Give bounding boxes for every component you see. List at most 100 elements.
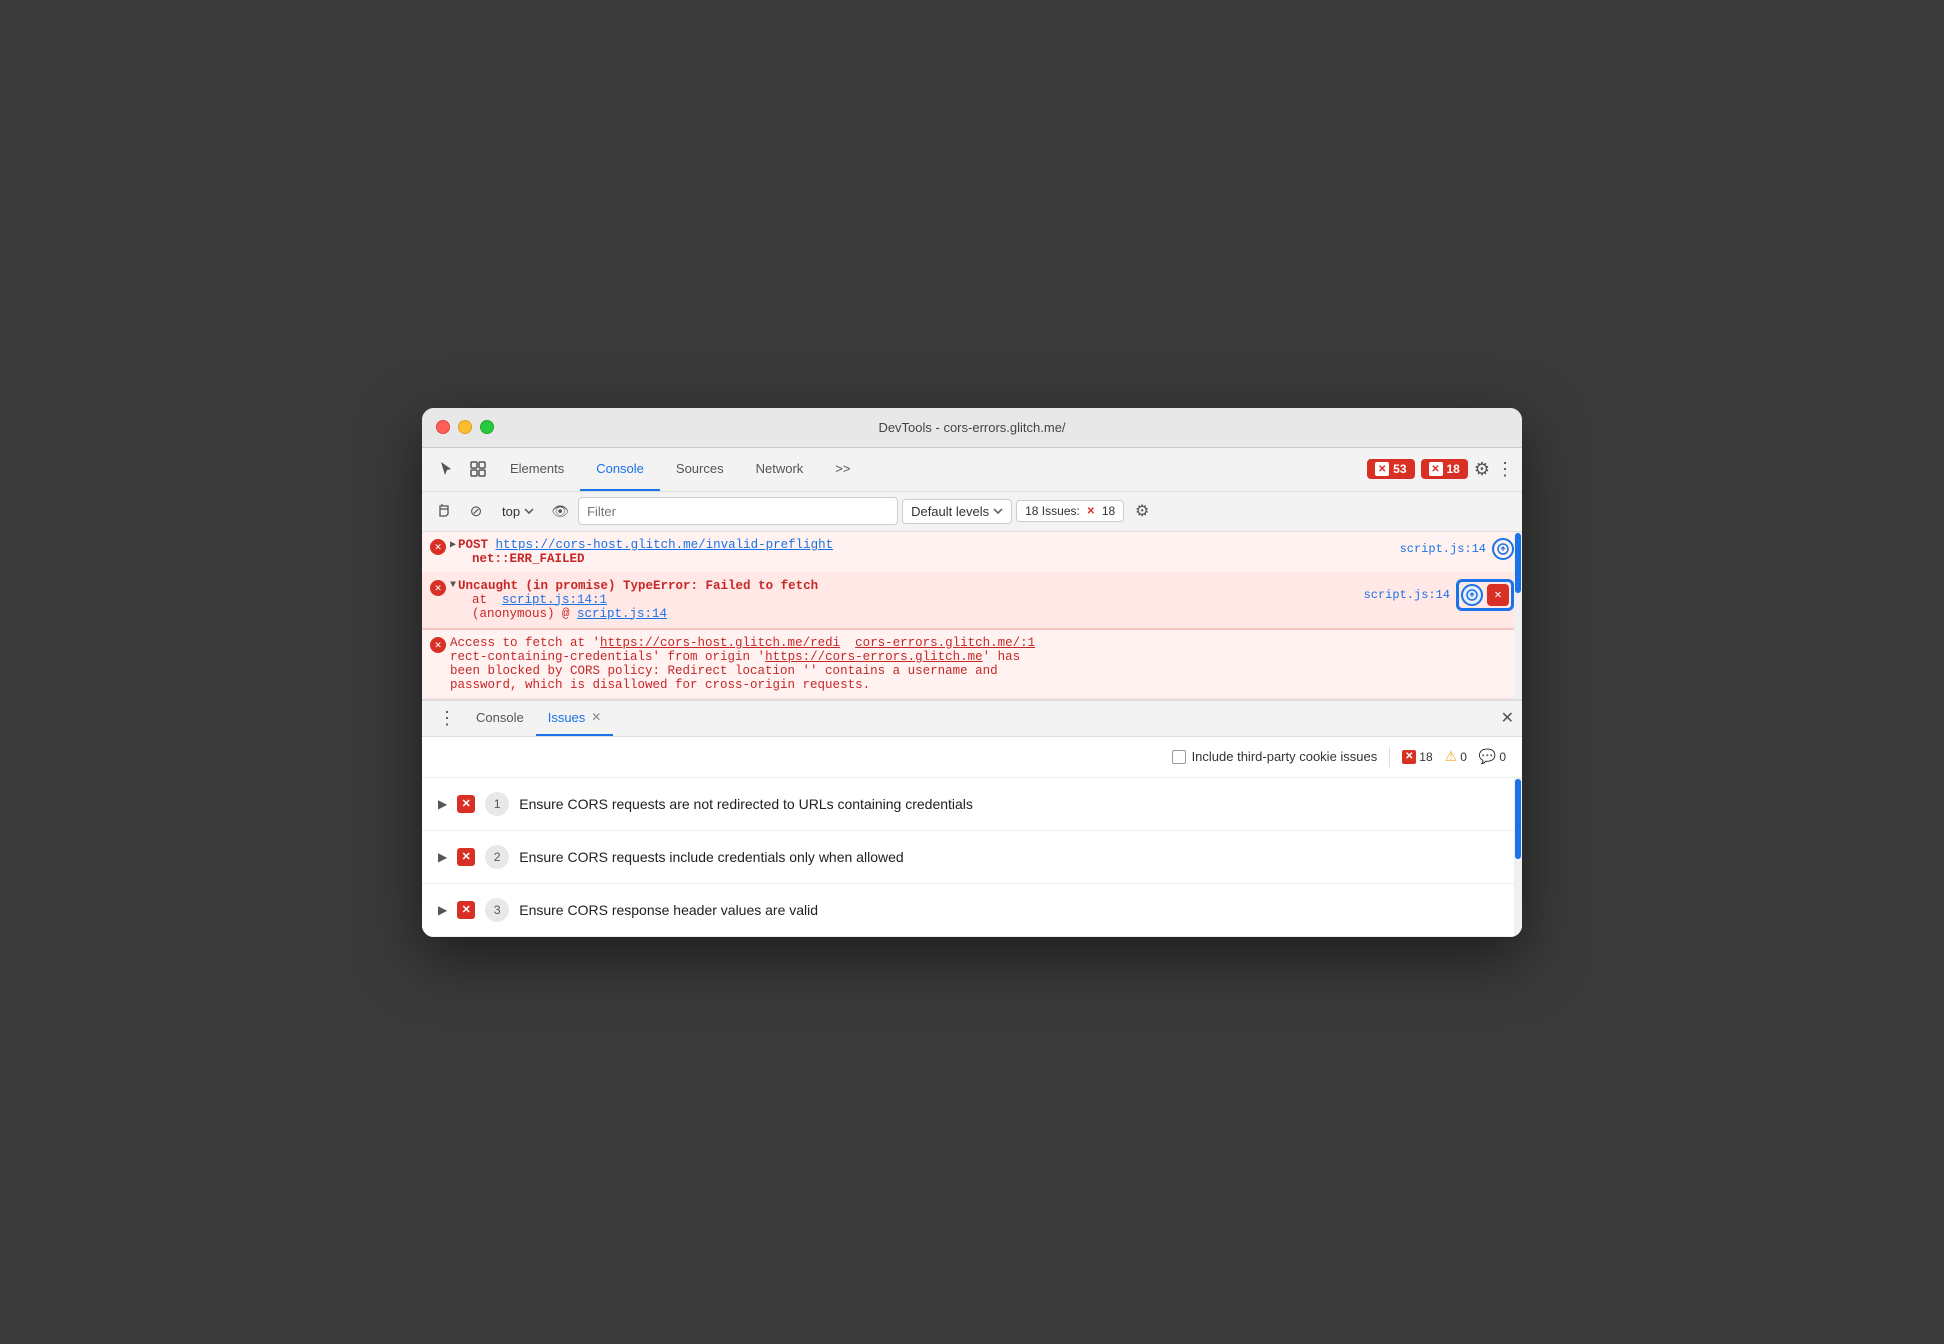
issue-3-number: 3: [485, 898, 509, 922]
devtools-window: DevTools - cors-errors.glitch.me/ Elemen…: [422, 408, 1522, 937]
issues-msg-icon: 💬: [1479, 748, 1496, 765]
entry-1-error-icon: ✕: [430, 538, 450, 555]
entry-3-url2: cors-errors.glitch.me/:1: [855, 636, 1035, 650]
more-options-icon[interactable]: ⋮: [1496, 459, 1514, 480]
ban-icon[interactable]: ⊘: [462, 497, 490, 525]
entry-3-space: [840, 636, 855, 650]
bottom-menu-icon[interactable]: ⋮: [430, 708, 464, 729]
issue-2-text: Ensure CORS requests include credentials…: [519, 849, 903, 865]
close-button[interactable]: [436, 420, 450, 434]
issues-tab-close[interactable]: ✕: [591, 710, 601, 724]
console-entry-1: ✕ ▶ POST https://cors-host.glitch.me/inv…: [422, 532, 1522, 573]
entry-2-anon-link[interactable]: script.js:14: [577, 607, 667, 621]
issue-2-number: 2: [485, 845, 509, 869]
filter-input[interactable]: [578, 497, 898, 525]
entry-2-nav-icon[interactable]: [1461, 584, 1483, 606]
bottom-tab-issues[interactable]: Issues ✕: [536, 700, 614, 736]
entry-1-triangle[interactable]: ▶: [450, 539, 456, 551]
entry-3-text2: rect-containing-credentials' from origin…: [450, 650, 765, 664]
entry-1-script-link[interactable]: script.js:14: [1400, 542, 1486, 556]
issue-item-2[interactable]: ▶ ✕ 2 Ensure CORS requests include crede…: [422, 831, 1522, 884]
entry-2-sub1: at script.js:14:1: [472, 593, 1356, 607]
issues-msg-num: 0: [1499, 750, 1506, 764]
top-toolbar: Elements Console Sources Network >> ✕ 53…: [422, 448, 1522, 492]
issue-2-error-icon: ✕: [457, 848, 475, 866]
log-levels-dropdown[interactable]: Default levels: [902, 499, 1012, 524]
issue-3-text: Ensure CORS response header values are v…: [519, 902, 818, 918]
entry-1-url[interactable]: https://cors-host.glitch.me/invalid-pref…: [496, 538, 834, 552]
title-bar: DevTools - cors-errors.glitch.me/: [422, 408, 1522, 448]
error-count-badge[interactable]: ✕ 53: [1367, 459, 1414, 479]
issues-message-count: 💬 0: [1479, 748, 1506, 765]
entry-1-method: POST: [458, 538, 496, 552]
entry-1-line2: net::ERR_FAILED: [472, 552, 1392, 566]
warning-count-badge[interactable]: ✕ 18: [1421, 459, 1468, 479]
issues-label: 18 Issues:: [1025, 504, 1080, 518]
entry-3-line4: password, which is disallowed for cross-…: [450, 678, 1514, 692]
tab-elements[interactable]: Elements: [494, 447, 580, 491]
error-x-icon: ✕: [1375, 462, 1389, 476]
console-scrollbar[interactable]: [1514, 532, 1522, 699]
entry-2-sub2: (anonymous) @ script.js:14: [472, 607, 1356, 621]
issue-item-3[interactable]: ▶ ✕ 3 Ensure CORS response header values…: [422, 884, 1522, 937]
toolbar-separator: [1389, 747, 1390, 767]
entry-2-triangle[interactable]: ▼: [450, 580, 456, 591]
bottom-tab-console[interactable]: Console: [464, 700, 536, 736]
issues-error-count: ✕ 18: [1402, 750, 1432, 764]
cursor-icon[interactable]: [430, 453, 462, 485]
issues-badge[interactable]: 18 Issues: ✕ 18: [1016, 500, 1124, 522]
entry-2-main-text: Uncaught (in promise) TypeError: Failed …: [458, 579, 818, 593]
issue-1-expand-icon[interactable]: ▶: [438, 797, 447, 811]
issues-scrollbar[interactable]: [1514, 778, 1522, 937]
issues-err-num: 18: [1419, 750, 1432, 764]
context-label: top: [502, 504, 520, 519]
entry-3-text-start: Access to fetch at ': [450, 636, 600, 650]
error-circle-1: ✕: [430, 539, 446, 555]
eye-icon[interactable]: 👁: [546, 497, 574, 525]
maximize-button[interactable]: [480, 420, 494, 434]
third-party-checkbox[interactable]: [1172, 750, 1186, 764]
context-selector[interactable]: top: [494, 500, 542, 523]
bottom-panel: ⋮ Console Issues ✕ ✕ Include third-party…: [422, 699, 1522, 937]
inspect-icon[interactable]: [462, 453, 494, 485]
entry-2-script-at-link[interactable]: script.js:14:1: [502, 593, 607, 607]
tab-console[interactable]: Console: [580, 447, 660, 491]
minimize-button[interactable]: [458, 420, 472, 434]
clear-console-button[interactable]: [430, 497, 458, 525]
entry-2-anon-text: (anonymous) @: [472, 607, 577, 621]
settings-icon[interactable]: ⚙: [1474, 459, 1490, 480]
error-circle-3: ✕: [430, 637, 446, 653]
issue-2-expand-icon[interactable]: ▶: [438, 850, 447, 864]
entry-3-error-icon: ✕: [430, 636, 450, 653]
entry-3-text4: password, which is disallowed for cross-…: [450, 678, 870, 692]
tab-network[interactable]: Network: [740, 447, 820, 491]
entry-1-right: script.js:14: [1400, 538, 1514, 560]
issues-tab-label: Issues: [548, 710, 586, 725]
entry-2-close-icon[interactable]: ✕: [1487, 584, 1509, 606]
entry-1-nav-icon[interactable]: [1492, 538, 1514, 560]
bottom-close-button[interactable]: ✕: [1501, 708, 1514, 728]
console-settings-icon[interactable]: ⚙: [1128, 497, 1156, 525]
entry-1-line1: ▶ POST https://cors-host.glitch.me/inval…: [450, 538, 1392, 552]
issues-count: 18: [1102, 504, 1115, 518]
issues-scrollbar-thumb[interactable]: [1515, 779, 1521, 859]
warning-count: 18: [1447, 462, 1460, 476]
issues-warn-num: 0: [1460, 750, 1467, 764]
issue-3-expand-icon[interactable]: ▶: [438, 903, 447, 917]
toolbar-right: ✕ 53 ✕ 18 ⚙ ⋮: [1367, 459, 1514, 480]
tab-more[interactable]: >>: [819, 447, 866, 491]
entry-3-line3: been blocked by CORS policy: Redirect lo…: [450, 664, 1514, 678]
third-party-checkbox-label[interactable]: Include third-party cookie issues: [1172, 749, 1378, 764]
entry-3-origin-url: https://cors-errors.glitch.me: [765, 650, 983, 664]
tab-sources[interactable]: Sources: [660, 447, 740, 491]
console-scrollbar-thumb[interactable]: [1515, 533, 1521, 593]
entry-2-script-link[interactable]: script.js:14: [1364, 588, 1450, 602]
entry-3-text2b: ' has: [983, 650, 1021, 664]
entry-2-highlight-box: ✕: [1456, 579, 1514, 611]
window-title: DevTools - cors-errors.glitch.me/: [878, 420, 1065, 435]
console-entry-2: ✕ ▼ Uncaught (in promise) TypeError: Fai…: [422, 573, 1522, 628]
entry-3-content: Access to fetch at 'https://cors-host.gl…: [450, 636, 1514, 692]
third-party-label-text: Include third-party cookie issues: [1192, 749, 1378, 764]
issue-item-1[interactable]: ▶ ✕ 1 Ensure CORS requests are not redir…: [422, 778, 1522, 831]
tab-nav: Elements Console Sources Network >>: [494, 447, 1367, 491]
